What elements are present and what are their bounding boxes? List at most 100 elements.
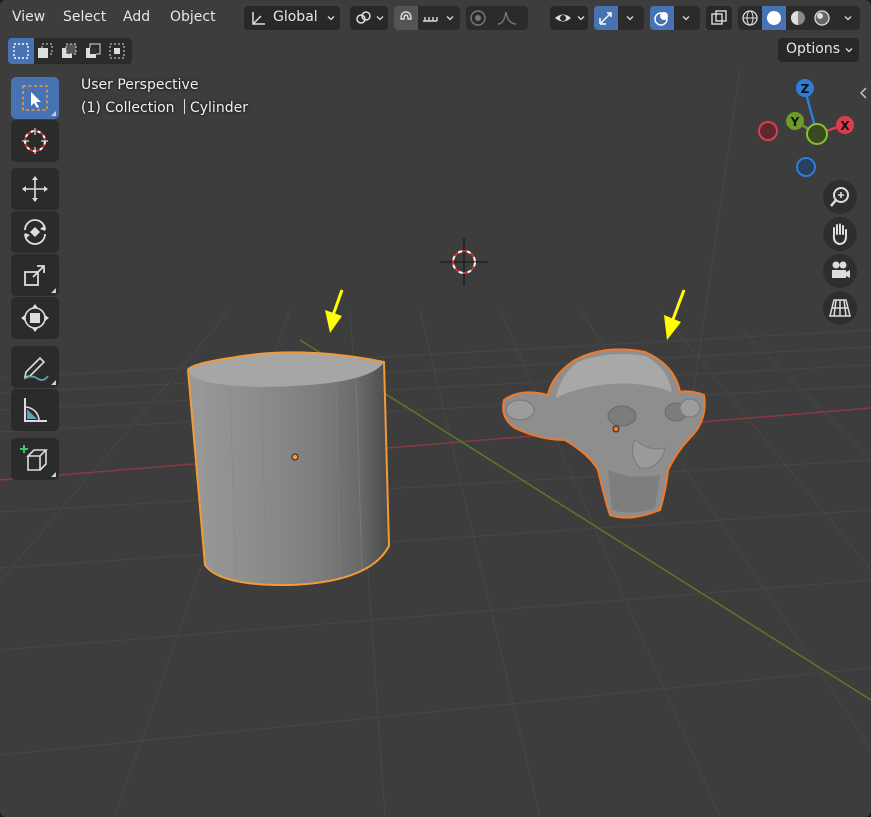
transform-orientation-dropdown[interactable]: Global — [244, 6, 340, 30]
annotate-pencil-icon — [23, 356, 49, 381]
pivot-link-icon — [356, 11, 371, 24]
gizmo-neg-z — [796, 157, 816, 177]
select-box-icon — [22, 85, 48, 111]
move-icon — [22, 176, 48, 202]
shading-material[interactable] — [786, 6, 810, 30]
tool-cursor[interactable] — [11, 120, 59, 162]
show-overlays-toggle[interactable] — [650, 6, 674, 30]
material-sphere-icon — [791, 11, 805, 25]
selection-mode-group — [8, 38, 132, 64]
chevron-down-icon[interactable] — [844, 14, 852, 22]
scale-icon — [24, 265, 45, 286]
options-label: Options — [786, 41, 841, 57]
tool-measure[interactable] — [11, 389, 59, 431]
cursor-icon — [22, 128, 48, 154]
chevron-down-icon — [376, 16, 384, 21]
camera-view-button[interactable] — [823, 254, 857, 288]
tool-select-box[interactable] — [11, 77, 59, 119]
magnet-icon — [400, 11, 412, 20]
gizmo-neg-y — [806, 123, 828, 145]
menu-add[interactable]: Add — [123, 9, 150, 25]
shading-mode-group — [738, 6, 860, 30]
add-cube-icon — [20, 445, 48, 471]
select-intersect-icon[interactable] — [108, 42, 126, 60]
snapping-group — [394, 6, 460, 30]
3d-cursor — [440, 238, 488, 286]
tool-add-cube[interactable] — [11, 438, 59, 480]
zoom-button[interactable] — [823, 180, 857, 214]
eye-icon — [555, 14, 571, 22]
collection-name: (1) Collection — [81, 100, 175, 116]
collection-info: (1) Collection Cylinder — [81, 99, 248, 116]
perspective-toggle-button[interactable] — [823, 291, 857, 325]
hand-icon — [832, 223, 847, 246]
annotation-arrow-monkey — [664, 289, 686, 340]
active-object-name: Cylinder — [189, 100, 248, 116]
grid-perspective-icon — [829, 299, 851, 317]
shading-wireframe[interactable] — [738, 6, 762, 30]
pan-button[interactable] — [823, 217, 857, 251]
solid-sphere-icon — [767, 11, 781, 25]
rendered-sphere-icon — [814, 10, 830, 26]
chevron-down-icon — [446, 16, 454, 21]
gizmo-arrows-icon — [599, 12, 612, 25]
measure-ruler-icon — [24, 398, 47, 422]
snap-toggle[interactable] — [394, 6, 418, 30]
object-visibility-dropdown[interactable] — [550, 6, 588, 30]
3d-viewport[interactable]: Z Y X View Select Add Object Global Opti… — [0, 0, 871, 817]
x-axis-line — [0, 407, 871, 481]
transform-icon — [21, 304, 49, 332]
rotate-icon — [24, 219, 46, 245]
snap-increment-icon[interactable] — [421, 9, 439, 27]
tool-annotate[interactable] — [11, 346, 59, 388]
gizmo-group — [594, 6, 644, 30]
proportional-editing-icon[interactable] — [469, 9, 487, 27]
overlays-group — [650, 6, 700, 30]
select-extend-icon[interactable] — [36, 42, 54, 60]
xray-toggle[interactable] — [706, 6, 732, 30]
select-subtract-icon[interactable] — [60, 42, 78, 60]
shading-rendered[interactable] — [810, 6, 834, 30]
viewport-scene[interactable]: Z Y X — [0, 0, 871, 817]
orientation-value: Global — [273, 9, 318, 25]
menu-view[interactable]: View — [12, 9, 45, 25]
chevron-down-icon — [327, 16, 335, 21]
proportional-editing-group — [466, 6, 528, 30]
overlays-icon — [654, 12, 668, 26]
chevron-down-icon — [577, 16, 585, 21]
show-gizmo-toggle[interactable] — [594, 6, 618, 30]
xray-icon — [711, 10, 727, 25]
pivot-point-dropdown[interactable] — [350, 6, 388, 30]
tool-scale[interactable] — [11, 254, 59, 296]
menu-select[interactable]: Select — [63, 9, 106, 25]
wireframe-sphere-icon — [742, 10, 758, 26]
navigation-gizmo: Z Y X — [758, 79, 854, 177]
sidebar-collapse-icon[interactable] — [857, 86, 871, 100]
zoom-magnifier-icon — [830, 187, 849, 207]
select-new-icon — [13, 43, 29, 59]
camera-icon — [832, 261, 850, 278]
view-name-text: User Perspective — [81, 77, 199, 93]
options-dropdown[interactable]: Options — [778, 38, 859, 62]
viewport-header: View Select Add Object Global — [0, 0, 871, 36]
tool-rotate[interactable] — [11, 211, 59, 253]
tool-move[interactable] — [11, 168, 59, 210]
chevron-down-icon — [626, 16, 634, 21]
chevron-down-icon — [682, 16, 690, 21]
cylinder-object — [186, 351, 391, 587]
tool-transform[interactable] — [11, 297, 59, 339]
chevron-down-icon — [845, 48, 853, 53]
orientation-axes-icon — [252, 12, 265, 25]
menu-object[interactable]: Object — [170, 9, 216, 25]
gizmo-x-label: X — [840, 119, 850, 133]
gizmo-y-label: Y — [790, 115, 800, 129]
gizmo-neg-x — [758, 121, 778, 141]
select-mode-new[interactable] — [8, 38, 34, 64]
suzanne-object — [502, 348, 706, 519]
select-invert-icon[interactable] — [84, 42, 102, 60]
falloff-curve-icon[interactable] — [496, 9, 518, 27]
annotation-arrow-cylinder — [325, 289, 344, 333]
gizmo-z-label: Z — [801, 82, 810, 96]
shading-solid[interactable] — [762, 6, 786, 30]
separator — [183, 99, 185, 114]
